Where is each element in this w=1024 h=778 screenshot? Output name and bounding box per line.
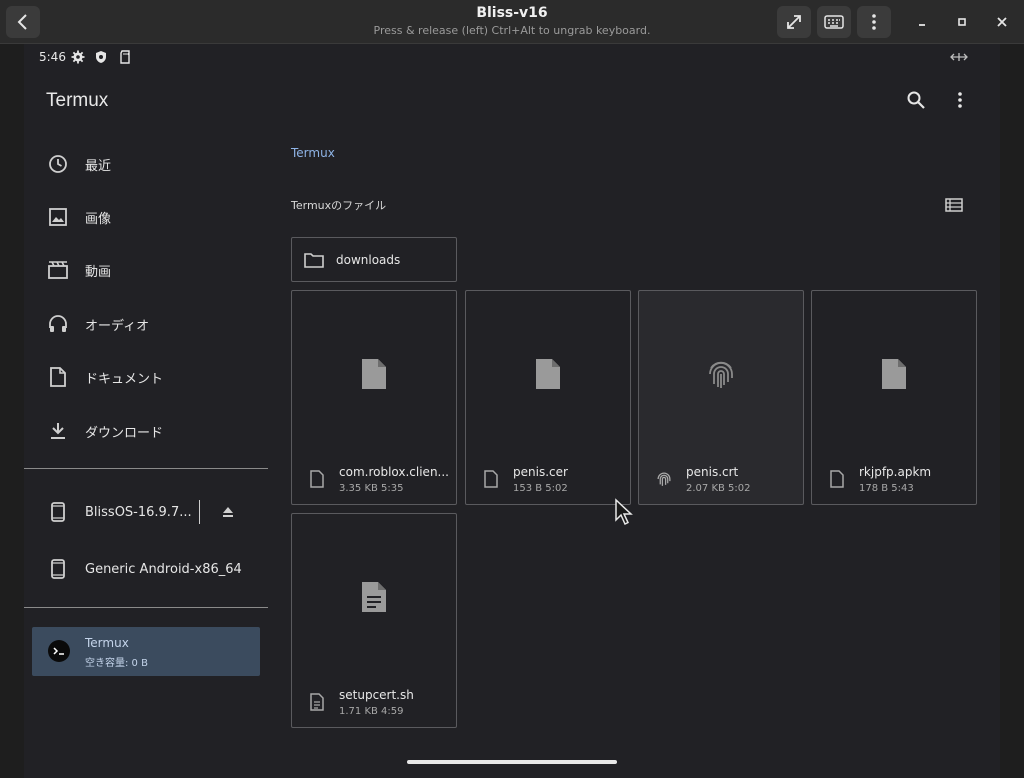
eject-button[interactable] (220, 504, 236, 520)
resize-arrows-icon (950, 53, 968, 61)
drawer-item-label: 画像 (85, 211, 112, 227)
file-card[interactable]: penis.crt 2.07 KB 5:02 (638, 290, 804, 505)
eject-icon (223, 507, 233, 517)
drawer-item-downloads[interactable]: ダウンロード (24, 407, 268, 455)
file-icon (362, 359, 386, 389)
drawer-item-documents[interactable]: ドキュメント (24, 353, 268, 401)
drawer-device-generic-android[interactable]: Generic Android-x86_64 (24, 545, 268, 593)
file-icon (536, 359, 560, 389)
file-meta: 1.71 KB 4:59 (339, 706, 404, 717)
breadcrumb[interactable]: Termux (291, 146, 335, 160)
phone-icon (46, 557, 70, 581)
download-icon (46, 419, 70, 443)
drawer-item-label: 動画 (85, 264, 112, 280)
file-thumbnail (292, 572, 456, 622)
section-title: Termuxのファイル (291, 199, 387, 212)
drawer-item-label: ダウンロード (85, 425, 164, 441)
gesture-nav-bar[interactable] (407, 760, 617, 764)
drawer-root-termux[interactable]: Termux 空き容量: 0 B (32, 627, 260, 676)
folder-downloads[interactable]: downloads (291, 237, 457, 282)
minimize-icon (919, 24, 925, 26)
status-time: 5:46 (39, 50, 66, 64)
kebab-menu-icon (958, 92, 962, 108)
drawer-item-recent[interactable]: 最近 (24, 140, 268, 188)
text-file-icon (362, 582, 386, 612)
keyboard-button[interactable] (817, 6, 851, 38)
file-card[interactable]: rkjpfp.apkm 178 B 5:43 (811, 290, 977, 505)
headphones-icon (46, 312, 70, 336)
folder-icon (304, 253, 324, 268)
root-free-space: 空き容量: 0 B (85, 658, 148, 669)
file-thumbnail (292, 349, 456, 399)
movie-icon (46, 258, 70, 282)
root-title: Termux (85, 636, 129, 650)
file-thumbnail (466, 349, 630, 399)
folder-label: downloads (336, 253, 401, 267)
eject-separator (199, 500, 200, 524)
file-icon (828, 469, 846, 489)
file-icon (482, 469, 500, 489)
image-icon (46, 205, 70, 229)
drawer-item-images[interactable]: 画像 (24, 193, 268, 241)
search-button[interactable] (904, 88, 928, 112)
maximize-icon (958, 18, 966, 26)
maximize-button[interactable] (950, 10, 974, 34)
file-icon (882, 359, 906, 389)
close-button[interactable] (990, 10, 1014, 34)
gear-icon (71, 50, 85, 64)
file-meta: 3.35 KB 5:35 (339, 483, 404, 494)
fingerprint-icon (709, 361, 733, 388)
file-name: penis.cer (513, 465, 568, 479)
drawer-divider (24, 468, 268, 469)
file-card[interactable]: setupcert.sh 1.71 KB 4:59 (291, 513, 457, 728)
search-icon (907, 91, 925, 109)
document-icon (46, 365, 70, 389)
keyboard-icon (824, 15, 844, 29)
status-bar: 5:46 (24, 44, 1000, 72)
terminal-icon (48, 640, 70, 662)
drawer-item-label: オーディオ (85, 318, 150, 334)
file-meta: 2.07 KB 5:02 (686, 483, 751, 494)
file-card[interactable]: penis.cer 153 B 5:02 (465, 290, 631, 505)
drawer-divider (24, 607, 268, 608)
clock-icon (46, 152, 70, 176)
close-icon (997, 17, 1007, 27)
file-name: com.roblox.clien... (339, 465, 449, 479)
file-name: penis.crt (686, 465, 739, 479)
file-thumbnail (639, 349, 803, 399)
window-titlebar: Bliss-v16 Press & release (left) Ctrl+Al… (0, 0, 1024, 44)
file-card[interactable]: com.roblox.clien... 3.35 KB 5:35 (291, 290, 457, 505)
shield-icon (96, 51, 106, 63)
text-file-icon (308, 692, 326, 712)
drawer-item-label: BlissOS-16.9.7... (85, 504, 192, 520)
drawer-item-label: 最近 (85, 158, 112, 174)
android-screen: 5:46 Termux 最近 画像 動画 オーディオ ドキュメント ダウンロード… (24, 44, 1000, 778)
overflow-menu-button[interactable] (948, 88, 972, 112)
file-thumbnail (812, 349, 976, 399)
drawer-item-videos[interactable]: 動画 (24, 246, 268, 294)
view-toggle-button[interactable] (942, 193, 966, 217)
drawer-item-audio[interactable]: オーディオ (24, 300, 268, 348)
file-icon (308, 469, 326, 489)
fingerprint-icon (655, 469, 673, 489)
file-name: rkjpfp.apkm (859, 465, 932, 479)
kebab-menu-icon (872, 14, 876, 30)
expand-icon (787, 15, 801, 29)
menu-button[interactable] (857, 6, 891, 38)
phone-icon (46, 500, 70, 524)
drawer-item-label: ドキュメント (85, 371, 164, 387)
fullscreen-button[interactable] (777, 6, 811, 38)
sd-card-icon (120, 50, 130, 64)
app-title: Termux (46, 90, 109, 111)
file-meta: 153 B 5:02 (513, 483, 568, 494)
mouse-pointer-icon (615, 498, 633, 526)
minimize-button[interactable] (910, 10, 934, 34)
file-meta: 178 B 5:43 (859, 483, 914, 494)
list-view-icon (945, 198, 963, 212)
file-name: setupcert.sh (339, 688, 414, 702)
drawer-item-label: Generic Android-x86_64 (85, 561, 242, 577)
